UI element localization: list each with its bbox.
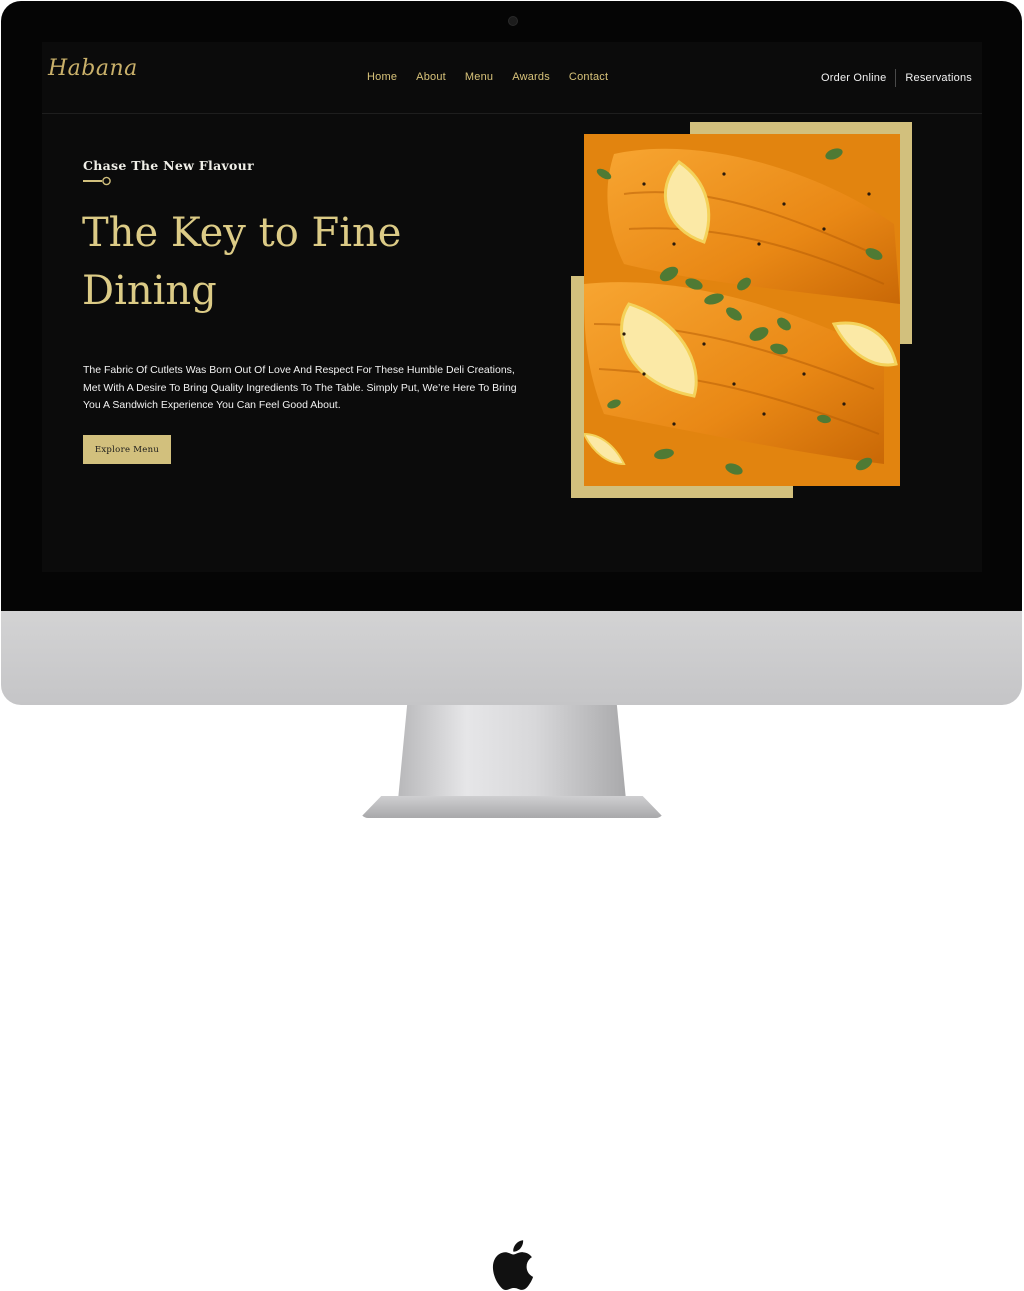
navbar: Habana Home About Menu Awards Contact Or… [42,42,982,114]
monitor-stand-base [360,796,664,818]
camera-icon [508,16,518,26]
nav-link-about[interactable]: About [416,71,446,83]
apple-logo-icon [492,1240,534,1291]
nav-divider [895,69,897,87]
nav-actions: Order Online Reservations [821,69,972,87]
nav-link-menu[interactable]: Menu [465,71,493,83]
hero-title: The Key to Fine Dining [82,204,522,320]
hero-description: The Fabric Of Cutlets Was Born Out Of Lo… [83,364,517,411]
logo-text: Habana [48,56,138,81]
explore-menu-button[interactable]: Explore Menu [83,435,171,464]
reservations-link[interactable]: Reservations [905,72,972,84]
food-illustration [584,134,900,486]
monitor-chin [1,611,1022,1291]
main-nav: Home About Menu Awards Contact [367,71,627,83]
nav-link-contact[interactable]: Contact [569,71,608,83]
key-icon [83,176,111,186]
monitor-stand-neck [398,705,626,800]
nav-link-awards[interactable]: Awards [512,71,550,83]
order-online-link[interactable]: Order Online [821,72,886,84]
website-screen: Habana Home About Menu Awards Contact Or… [42,42,982,572]
hero-title-line-1: The Key to Fine [82,210,402,256]
hero-eyebrow: Chase The New Flavour [83,158,254,173]
nav-link-home[interactable]: Home [367,71,397,83]
hero-title-line-2: Dining [82,268,217,314]
salmon-dish-photo [584,134,900,486]
site-logo[interactable]: Habana [48,56,138,81]
